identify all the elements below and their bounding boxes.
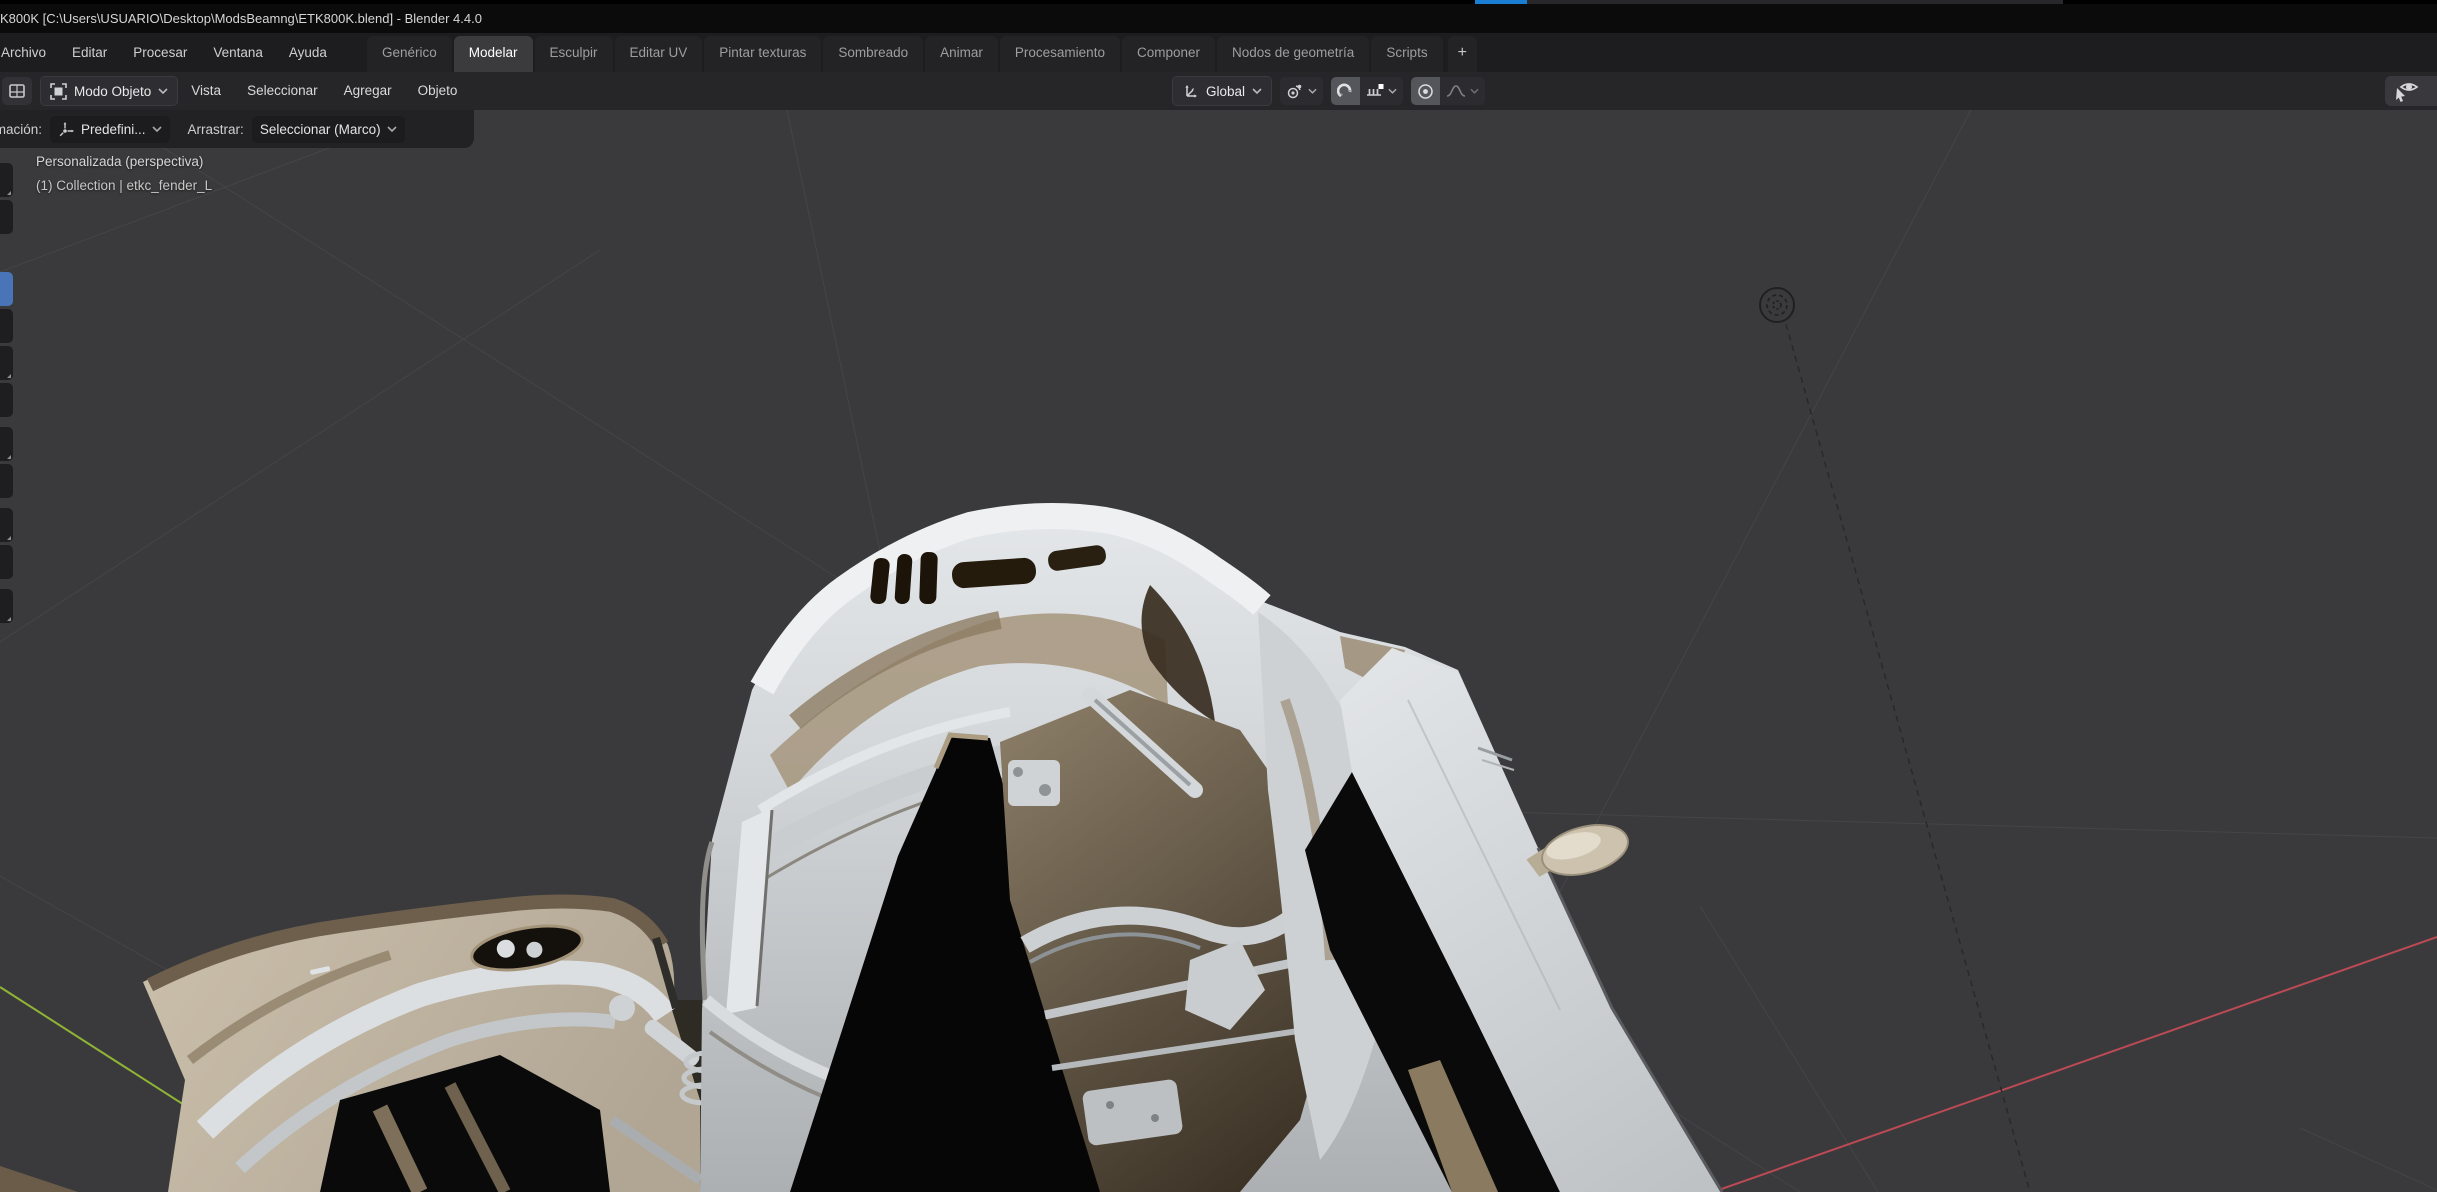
tab-scripts[interactable]: Scripts — [1371, 36, 1442, 72]
drag-mode-label: Arrastrar: — [188, 122, 244, 137]
menu-archivo[interactable]: Archivo — [0, 33, 59, 72]
chevron-down-icon — [387, 126, 397, 132]
viewport-3d[interactable]: Personalizada (perspectiva) (1) Collecti… — [0, 110, 2437, 1192]
chevron-down-icon — [158, 88, 168, 94]
editor-type-button[interactable] — [2, 77, 32, 105]
tool-button[interactable] — [0, 545, 13, 579]
drag-mode-dropdown[interactable]: Seleccionar (Marco) — [252, 116, 405, 143]
eye-cursor-icon — [2393, 79, 2419, 103]
add-workspace-button[interactable]: + — [1448, 36, 1477, 72]
light-object[interactable] — [1760, 288, 1794, 322]
chevron-down-icon — [1470, 88, 1479, 94]
mode-dropdown[interactable]: Modo Objeto — [40, 76, 178, 106]
tool-button[interactable] — [0, 163, 13, 197]
car-model[interactable] — [0, 512, 1722, 1192]
tool-button[interactable] — [0, 464, 13, 498]
tool-button[interactable] — [0, 200, 13, 234]
topbar: Archivo Editar Procesar Ventana Ayuda Ge… — [0, 33, 2437, 72]
tab-procesamiento[interactable]: Procesamiento — [1000, 36, 1120, 72]
chevron-down-icon — [1308, 88, 1317, 94]
proportional-toggle[interactable] — [1411, 77, 1440, 105]
tab-generico[interactable]: Genérico — [367, 36, 452, 72]
menu-vista[interactable]: Vista — [178, 72, 234, 110]
preset-dropdown[interactable]: Predefini... — [50, 116, 170, 143]
orientation-dropdown[interactable]: Global — [1172, 76, 1272, 106]
window-title: K800K [C:\Users\USUARIO\Desktop\ModsBeam… — [0, 11, 482, 26]
tab-esculpir[interactable]: Esculpir — [535, 36, 613, 72]
tool-button[interactable] — [0, 589, 13, 623]
tab-modelar[interactable]: Modelar — [454, 36, 533, 72]
snap-increment-icon — [1366, 83, 1384, 100]
move-icon — [58, 121, 75, 138]
snap-toggle[interactable] — [1331, 77, 1360, 105]
app-menubar: Archivo Editar Procesar Ventana Ayuda — [0, 33, 340, 72]
tab-componer[interactable]: Componer — [1122, 36, 1215, 72]
tab-editar-uv[interactable]: Editar UV — [615, 36, 703, 72]
tool-button[interactable] — [0, 383, 13, 417]
toolbar-strip — [0, 110, 14, 1192]
menu-agregar[interactable]: Agregar — [331, 72, 405, 110]
menu-ayuda[interactable]: Ayuda — [276, 33, 340, 72]
tool-button[interactable] — [0, 427, 13, 461]
tool-button[interactable] — [0, 309, 13, 343]
window-titlebar[interactable]: K800K [C:\Users\USUARIO\Desktop\ModsBeam… — [0, 4, 2437, 33]
transform-orientation-label-clip: Transformación: — [0, 122, 42, 137]
blender-window: K800K [C:\Users\USUARIO\Desktop\ModsBeam… — [0, 0, 2437, 1192]
falloff-dropdown[interactable] — [1440, 77, 1485, 105]
chevron-down-icon — [1252, 88, 1262, 94]
tab-animar[interactable]: Animar — [925, 36, 998, 72]
menu-procesar[interactable]: Procesar — [120, 33, 200, 72]
drag-mode-value: Seleccionar (Marco) — [260, 122, 381, 137]
axes-icon — [1182, 83, 1199, 100]
tab-sombreado[interactable]: Sombreado — [823, 36, 923, 72]
editor-type-icon — [8, 83, 26, 99]
x-axis-line — [1713, 937, 2437, 1192]
left-fender-assembly — [0, 899, 770, 1192]
view-label: Personalizada (perspectiva) — [36, 154, 212, 169]
transform-orientation-label: Transformación: — [0, 122, 42, 137]
chevron-down-icon — [1388, 88, 1397, 94]
selection-label: (1) Collection | etkc_fender_L — [36, 178, 212, 193]
tool-button-active[interactable] — [0, 272, 13, 306]
object-mode-icon — [50, 83, 67, 100]
magnet-icon — [1337, 83, 1354, 100]
chevron-down-icon — [152, 126, 162, 132]
visibility-dropdown[interactable] — [2385, 76, 2437, 106]
relationship-line — [1786, 324, 2030, 1192]
tool-settings-bar: Transformación: Predefini... Arrastrar: … — [0, 110, 474, 148]
mode-label: Modo Objeto — [74, 84, 151, 99]
pivot-icon — [1286, 82, 1304, 100]
falloff-curve-icon — [1446, 83, 1466, 99]
menu-seleccionar[interactable]: Seleccionar — [234, 72, 331, 110]
proportional-icon — [1417, 83, 1434, 100]
preset-value: Predefini... — [81, 122, 146, 137]
snap-group — [1331, 77, 1403, 105]
viewport-header: Modo Objeto Vista Seleccionar Agregar Ob… — [0, 72, 2437, 110]
tool-button[interactable] — [0, 508, 13, 542]
tab-nodos-de-geometria[interactable]: Nodos de geometría — [1217, 36, 1369, 72]
snap-target-dropdown[interactable] — [1360, 77, 1403, 105]
pivot-dropdown[interactable] — [1280, 77, 1323, 105]
menu-ventana[interactable]: Ventana — [200, 33, 276, 72]
orientation-label: Global — [1206, 84, 1245, 99]
menu-editar[interactable]: Editar — [59, 33, 120, 72]
menu-objeto[interactable]: Objeto — [405, 72, 471, 110]
proportional-group — [1411, 77, 1485, 105]
tab-pintar-texturas[interactable]: Pintar texturas — [704, 36, 821, 72]
viewport-canvas[interactable] — [0, 110, 2437, 1192]
workspace-tabs: Genérico Modelar Esculpir Editar UV Pint… — [366, 33, 1479, 72]
viewport-overlay-text: Personalizada (perspectiva) (1) Collecti… — [36, 154, 212, 193]
tool-button[interactable] — [0, 346, 13, 380]
